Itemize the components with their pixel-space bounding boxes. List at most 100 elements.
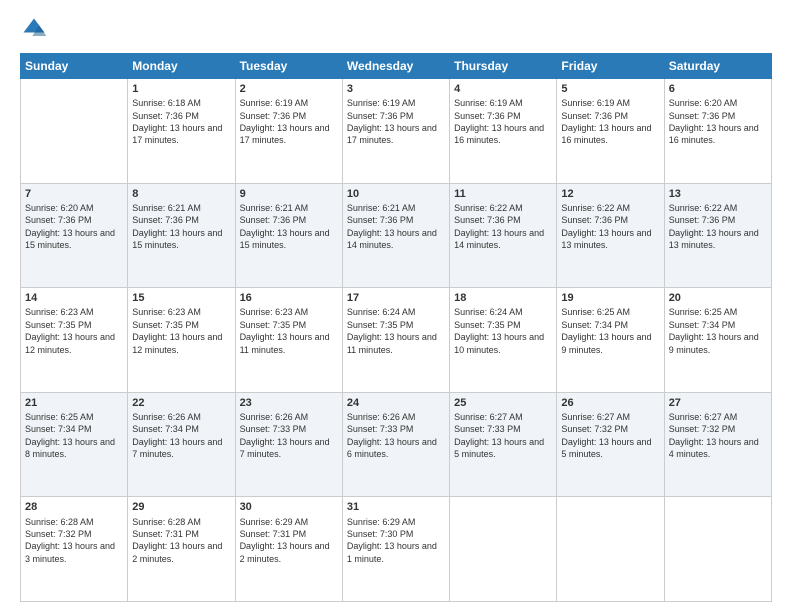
day-info: Sunrise: 6:18 AMSunset: 7:36 PMDaylight:… [132,98,222,145]
day-number: 21 [25,396,123,410]
day-info: Sunrise: 6:19 AMSunset: 7:36 PMDaylight:… [454,98,544,145]
calendar-cell: 4 Sunrise: 6:19 AMSunset: 7:36 PMDaylight… [450,79,557,184]
calendar-cell: 15 Sunrise: 6:23 AMSunset: 7:35 PMDayligh… [128,288,235,393]
day-info: Sunrise: 6:24 AMSunset: 7:35 PMDaylight:… [454,307,544,354]
logo [20,15,52,43]
day-info: Sunrise: 6:22 AMSunset: 7:36 PMDaylight:… [454,203,544,250]
calendar-cell: 2 Sunrise: 6:19 AMSunset: 7:36 PMDaylight… [235,79,342,184]
calendar-table: SundayMondayTuesdayWednesdayThursdayFrid… [20,53,772,602]
calendar-week-row: 28Sunrise: 6:28 AMSunset: 7:32 PMDayligh… [21,497,772,602]
day-info: Sunrise: 6:19 AMSunset: 7:36 PMDaylight:… [240,98,330,145]
calendar-cell: 23 Sunrise: 6:26 AMSunset: 7:33 PMDayligh… [235,392,342,497]
day-number: 5 [561,82,659,96]
day-info: Sunrise: 6:27 AMSunset: 7:32 PMDaylight:… [669,412,759,459]
day-number: 12 [561,187,659,201]
calendar-header-row: SundayMondayTuesdayWednesdayThursdayFrid… [21,54,772,79]
day-number: 9 [240,187,338,201]
calendar-cell: 30 Sunrise: 6:29 AMSunset: 7:31 PMDayligh… [235,497,342,602]
day-info: Sunrise: 6:21 AMSunset: 7:36 PMDaylight:… [240,203,330,250]
day-number: 20 [669,291,767,305]
day-info: Sunrise: 6:24 AMSunset: 7:35 PMDaylight:… [347,307,437,354]
calendar-cell: 6 Sunrise: 6:20 AMSunset: 7:36 PMDaylight… [664,79,771,184]
calendar-cell: 10Sunrise: 6:21 AMSunset: 7:36 PMDayligh… [342,183,449,288]
calendar-header-saturday: Saturday [664,54,771,79]
calendar-cell [557,497,664,602]
day-info: Sunrise: 6:26 AMSunset: 7:33 PMDaylight:… [347,412,437,459]
calendar-cell: 3Sunrise: 6:19 AMSunset: 7:36 PMDaylight… [342,79,449,184]
day-number: 22 [132,396,230,410]
day-info: Sunrise: 6:22 AMSunset: 7:36 PMDaylight:… [561,203,651,250]
day-number: 15 [132,291,230,305]
calendar-cell: 14Sunrise: 6:23 AMSunset: 7:35 PMDayligh… [21,288,128,393]
calendar-cell: 13Sunrise: 6:22 AMSunset: 7:36 PMDayligh… [664,183,771,288]
day-number: 6 [669,82,767,96]
day-number: 23 [240,396,338,410]
calendar-header-wednesday: Wednesday [342,54,449,79]
day-number: 2 [240,82,338,96]
calendar-cell: 18 Sunrise: 6:24 AMSunset: 7:35 PMDayligh… [450,288,557,393]
calendar-cell: 11 Sunrise: 6:22 AMSunset: 7:36 PMDayligh… [450,183,557,288]
day-info: Sunrise: 6:25 AMSunset: 7:34 PMDaylight:… [561,307,651,354]
calendar-cell: 24 Sunrise: 6:26 AMSunset: 7:33 PMDayligh… [342,392,449,497]
calendar-cell: 7Sunrise: 6:20 AMSunset: 7:36 PMDaylight… [21,183,128,288]
calendar-cell: 19 Sunrise: 6:25 AMSunset: 7:34 PMDayligh… [557,288,664,393]
day-number: 27 [669,396,767,410]
calendar-week-row: 21 Sunrise: 6:25 AMSunset: 7:34 PMDayligh… [21,392,772,497]
calendar-week-row: 14 Sunrise: 6:23 AMSunset: 7:35 PMDayligh… [21,288,772,393]
day-info: Sunrise: 6:22 AMSunset: 7:36 PMDaylight:… [669,203,759,250]
day-number: 14 [25,291,123,305]
day-info: Sunrise: 6:23 AMSunset: 7:35 PMDaylight:… [240,307,330,354]
calendar-cell: 16 Sunrise: 6:23 AMSunset: 7:35 PMDayligh… [235,288,342,393]
day-info: Sunrise: 6:28 AMSunset: 7:31 PMDaylight:… [132,517,222,564]
day-info: Sunrise: 6:26 AMSunset: 7:33 PMDaylight:… [240,412,330,459]
day-number: 30 [240,500,338,514]
calendar-cell: 17 Sunrise: 6:24 AMSunset: 7:35 PMDayligh… [342,288,449,393]
calendar-cell: 22 Sunrise: 6:26 AMSunset: 7:34 PMDayligh… [128,392,235,497]
calendar-cell: 9 Sunrise: 6:21 AMSunset: 7:36 PMDaylight… [235,183,342,288]
day-number: 24 [347,396,445,410]
day-info: Sunrise: 6:27 AMSunset: 7:33 PMDaylight:… [454,412,544,459]
day-info: Sunrise: 6:25 AMSunset: 7:34 PMDaylight:… [25,412,115,459]
calendar-cell: 12 Sunrise: 6:22 AMSunset: 7:36 PMDayligh… [557,183,664,288]
calendar-cell: 8 Sunrise: 6:21 AMSunset: 7:36 PMDaylight… [128,183,235,288]
day-info: Sunrise: 6:25 AMSunset: 7:34 PMDaylight:… [669,307,759,354]
day-info: Sunrise: 6:21 AMSunset: 7:36 PMDaylight:… [132,203,222,250]
calendar-cell: 21 Sunrise: 6:25 AMSunset: 7:34 PMDayligh… [21,392,128,497]
day-info: Sunrise: 6:20 AMSunset: 7:36 PMDaylight:… [669,98,759,145]
calendar-cell: 26Sunrise: 6:27 AMSunset: 7:32 PMDayligh… [557,392,664,497]
calendar-header-tuesday: Tuesday [235,54,342,79]
calendar-week-row: 1Sunrise: 6:18 AMSunset: 7:36 PMDaylight… [21,79,772,184]
day-number: 31 [347,500,445,514]
day-number: 19 [561,291,659,305]
day-info: Sunrise: 6:27 AMSunset: 7:32 PMDaylight:… [561,412,651,459]
calendar-cell: 27 Sunrise: 6:27 AMSunset: 7:32 PMDayligh… [664,392,771,497]
calendar-cell: 20 Sunrise: 6:25 AMSunset: 7:34 PMDayligh… [664,288,771,393]
calendar-cell [21,79,128,184]
calendar-cell [450,497,557,602]
day-number: 4 [454,82,552,96]
day-info: Sunrise: 6:29 AMSunset: 7:31 PMDaylight:… [240,517,330,564]
day-number: 8 [132,187,230,201]
page: SundayMondayTuesdayWednesdayThursdayFrid… [0,0,792,612]
day-number: 17 [347,291,445,305]
calendar-cell [664,497,771,602]
calendar-cell: 29Sunrise: 6:28 AMSunset: 7:31 PMDayligh… [128,497,235,602]
calendar-header-thursday: Thursday [450,54,557,79]
day-number: 11 [454,187,552,201]
day-info: Sunrise: 6:28 AMSunset: 7:32 PMDaylight:… [25,517,115,564]
day-number: 16 [240,291,338,305]
calendar-cell: 31 Sunrise: 6:29 AMSunset: 7:30 PMDayligh… [342,497,449,602]
day-info: Sunrise: 6:21 AMSunset: 7:36 PMDaylight:… [347,203,437,250]
day-number: 7 [25,187,123,201]
calendar-header-friday: Friday [557,54,664,79]
day-info: Sunrise: 6:29 AMSunset: 7:30 PMDaylight:… [347,517,437,564]
day-number: 3 [347,82,445,96]
day-number: 25 [454,396,552,410]
calendar-week-row: 7Sunrise: 6:20 AMSunset: 7:36 PMDaylight… [21,183,772,288]
calendar-cell: 1Sunrise: 6:18 AMSunset: 7:36 PMDaylight… [128,79,235,184]
calendar-cell: 25 Sunrise: 6:27 AMSunset: 7:33 PMDayligh… [450,392,557,497]
day-info: Sunrise: 6:26 AMSunset: 7:34 PMDaylight:… [132,412,222,459]
day-info: Sunrise: 6:23 AMSunset: 7:35 PMDaylight:… [132,307,222,354]
day-number: 18 [454,291,552,305]
calendar-header-sunday: Sunday [21,54,128,79]
